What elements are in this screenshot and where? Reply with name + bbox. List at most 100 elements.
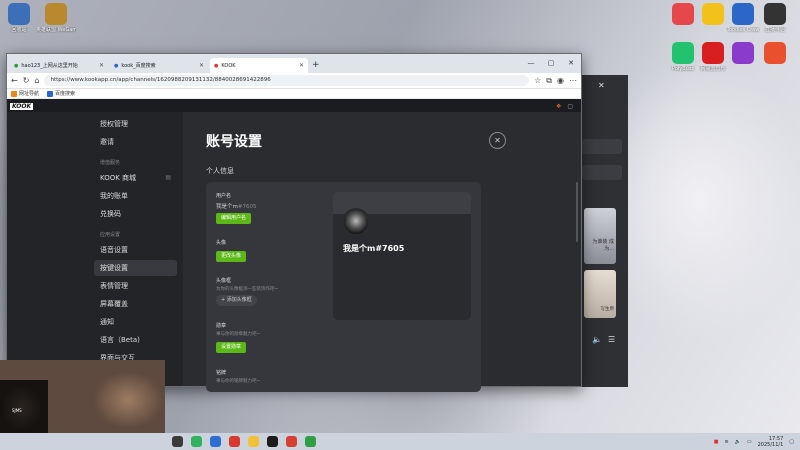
taskbar-app-8[interactable] <box>305 436 316 447</box>
sidebar-item-emoji[interactable]: 表情管理 <box>94 278 177 294</box>
bookmark-nav[interactable]: 网址导航 <box>11 90 39 97</box>
taskbar-app-1[interactable] <box>172 436 183 447</box>
taskbar-app-3[interactable] <box>210 436 221 447</box>
league-icon <box>45 3 67 25</box>
webcam-person-left <box>0 380 48 433</box>
refresh-icon[interactable]: ↻ <box>23 76 30 85</box>
medal-hint: 事与你的勋章魅力吧~ <box>216 332 261 337</box>
clock[interactable]: 17:57 2025/11/1 <box>758 436 784 448</box>
background-close-icon[interactable]: ✕ <box>598 81 605 90</box>
desktop-icon-league[interactable]: 英雄联盟 WeGame版 <box>36 3 76 33</box>
avatar <box>342 208 370 236</box>
sidebar-item-bills[interactable]: 我的账单 <box>94 188 177 204</box>
medal-label: 勋章 <box>216 323 227 329</box>
notification-icon[interactable]: ▢ <box>789 439 794 445</box>
maximize-icon[interactable]: ▢ <box>541 54 561 73</box>
profile-icon[interactable]: ◉ <box>557 76 564 85</box>
gift-icon[interactable]: ❖ <box>556 103 561 110</box>
sidebar-item-auth[interactable]: 授权管理 <box>94 116 177 132</box>
desktop-icon-app-2[interactable] <box>696 3 730 27</box>
avatar-label: 头像 <box>216 240 227 246</box>
desktop-icon-app-8[interactable] <box>758 42 792 66</box>
taskbar-app-7[interactable] <box>286 436 297 447</box>
tab-close-icon[interactable]: ✕ <box>99 62 104 69</box>
minimize-icon[interactable]: — <box>521 54 541 73</box>
battery-icon[interactable]: ▭ <box>747 439 752 445</box>
taskbar-app-2[interactable] <box>191 436 202 447</box>
close-window-icon[interactable]: ✕ <box>561 54 581 73</box>
favorite-icon[interactable]: ☆ <box>534 76 541 85</box>
frame-hint: 为你的头像框添一些装饰作吧~ <box>216 287 279 292</box>
section-title: 个人信息 <box>206 167 234 175</box>
taskbar: ■ ≋ 🔈 ▭ 17:57 2025/11/1 ▢ <box>0 433 800 450</box>
home-icon[interactable]: ⌂ <box>34 76 39 85</box>
nameplate-label: 铭牌 <box>216 370 227 376</box>
set-medal-button[interactable]: 设置勋章 <box>216 342 247 353</box>
sidebar-item-keybinds[interactable]: 按键设置 <box>94 260 177 276</box>
sidebar-item-invite[interactable]: 邀请 <box>94 134 177 150</box>
sidebar-item-shop[interactable]: KOOK 商城 ▤ <box>94 170 177 186</box>
close-settings-button[interactable]: ✕ <box>489 132 506 149</box>
background-image-1[interactable]: 为谁装 成为... <box>584 208 616 264</box>
sidebar-item-redeem[interactable]: 兑换码 <box>94 206 177 222</box>
sidebar-item-overlay[interactable]: 屏幕覆盖 <box>94 296 177 312</box>
tab-baidu[interactable]: ● kook_百度搜索 ✕ <box>110 58 208 73</box>
taskbar-app-6[interactable] <box>267 436 278 447</box>
tray-app-icon[interactable]: ■ <box>714 439 719 445</box>
desktop-icon-polybuzz[interactable]: PolyBuzz <box>666 42 700 72</box>
edit-username-button[interactable]: 编辑用户名 <box>216 213 252 224</box>
desktop-icon-recycle-bin[interactable]: 回收站 <box>2 3 36 33</box>
bookmark-baidu[interactable]: 百度搜索 <box>47 90 75 97</box>
tab-hao123[interactable]: ● hao123_上网从这里开始 ✕ <box>10 58 108 73</box>
kook-topbar: KOOK ❖ ▢ <box>7 100 581 112</box>
desktop-icon-app-7[interactable] <box>726 42 760 66</box>
username-label: 用户名 <box>216 193 232 199</box>
page-title: 账号设置 <box>206 134 262 150</box>
volume-icon[interactable]: 🔈 <box>592 335 602 344</box>
new-tab-icon[interactable]: + <box>312 58 320 73</box>
system-tray: ■ ≋ 🔈 ▭ 17:57 2025/11/1 ▢ <box>714 433 794 450</box>
volume-tray-icon[interactable]: 🔈 <box>735 439 741 445</box>
list-icon[interactable]: ☰ <box>608 335 615 344</box>
url-field[interactable]: https://www.kookapp.cn/app/channels/1620… <box>44 75 530 86</box>
kook-page: KOOK ❖ ▢ 授权管理 邀请 增值服务 KOOK 商城 ▤ 我的账单 兑换码 … <box>7 100 581 392</box>
more-icon[interactable]: ⋯ <box>569 76 577 85</box>
polybuzz-icon <box>672 42 694 64</box>
background-card-2[interactable] <box>582 165 622 180</box>
profile-card: 用户名 我是个m#7605 编辑用户名 头像 更改头像 头像框 为你的头像框添一… <box>206 182 481 392</box>
wifi-icon[interactable]: ≋ <box>724 439 728 445</box>
sidebar-group-app: 应用设置 <box>100 232 121 238</box>
address-bar: ← ↻ ⌂ https://www.kookapp.cn/app/channel… <box>7 73 581 89</box>
add-frame-button[interactable]: + 添加头像框 <box>216 295 257 306</box>
background-card-1[interactable] <box>582 139 622 154</box>
tab-close-icon[interactable]: ✕ <box>299 62 304 69</box>
change-avatar-button[interactable]: 更改头像 <box>216 251 247 262</box>
sidebar-group-premium: 增值服务 <box>100 160 121 166</box>
tab-close-icon[interactable]: ✕ <box>199 62 204 69</box>
nav-bookmark-icon <box>11 90 17 97</box>
scrollbar[interactable] <box>576 182 578 242</box>
bookmarks-bar: 网址导航 百度搜索 <box>7 89 581 99</box>
toodles-icon <box>732 3 754 25</box>
yellow-app-icon <box>702 3 724 25</box>
desktop-icon-netease[interactable]: 网易云音乐 <box>696 42 730 72</box>
taskbar-app-4[interactable] <box>229 436 240 447</box>
desktop-icon-live[interactable]: 直播伴侣 <box>758 3 792 33</box>
shop-icon: ▤ <box>165 174 171 181</box>
background-image-2[interactable]: 写生原 <box>584 270 616 318</box>
sidebar-item-notify[interactable]: 通知 <box>94 314 177 330</box>
desktop-icon-toodles[interactable]: Toodles Crew <box>726 3 760 33</box>
sidebar-item-voice[interactable]: 语音设置 <box>94 242 177 258</box>
parrot-icon <box>672 3 694 25</box>
extensions-icon[interactable]: ⧉ <box>546 76 552 86</box>
desktop-icon-app-1[interactable] <box>666 3 700 27</box>
back-icon[interactable]: ← <box>11 76 18 85</box>
sidebar-item-language[interactable]: 语言（Beta) <box>94 332 177 348</box>
help-icon[interactable]: ▢ <box>567 103 573 110</box>
tab-kook[interactable]: ● KOOK ✕ <box>210 58 308 73</box>
hao123-icon: ● <box>14 62 19 69</box>
netease-music-icon <box>702 42 724 64</box>
orange-app-icon <box>764 42 786 64</box>
taskbar-app-5[interactable] <box>248 436 259 447</box>
username-value: 我是个m#7605 <box>216 204 257 210</box>
